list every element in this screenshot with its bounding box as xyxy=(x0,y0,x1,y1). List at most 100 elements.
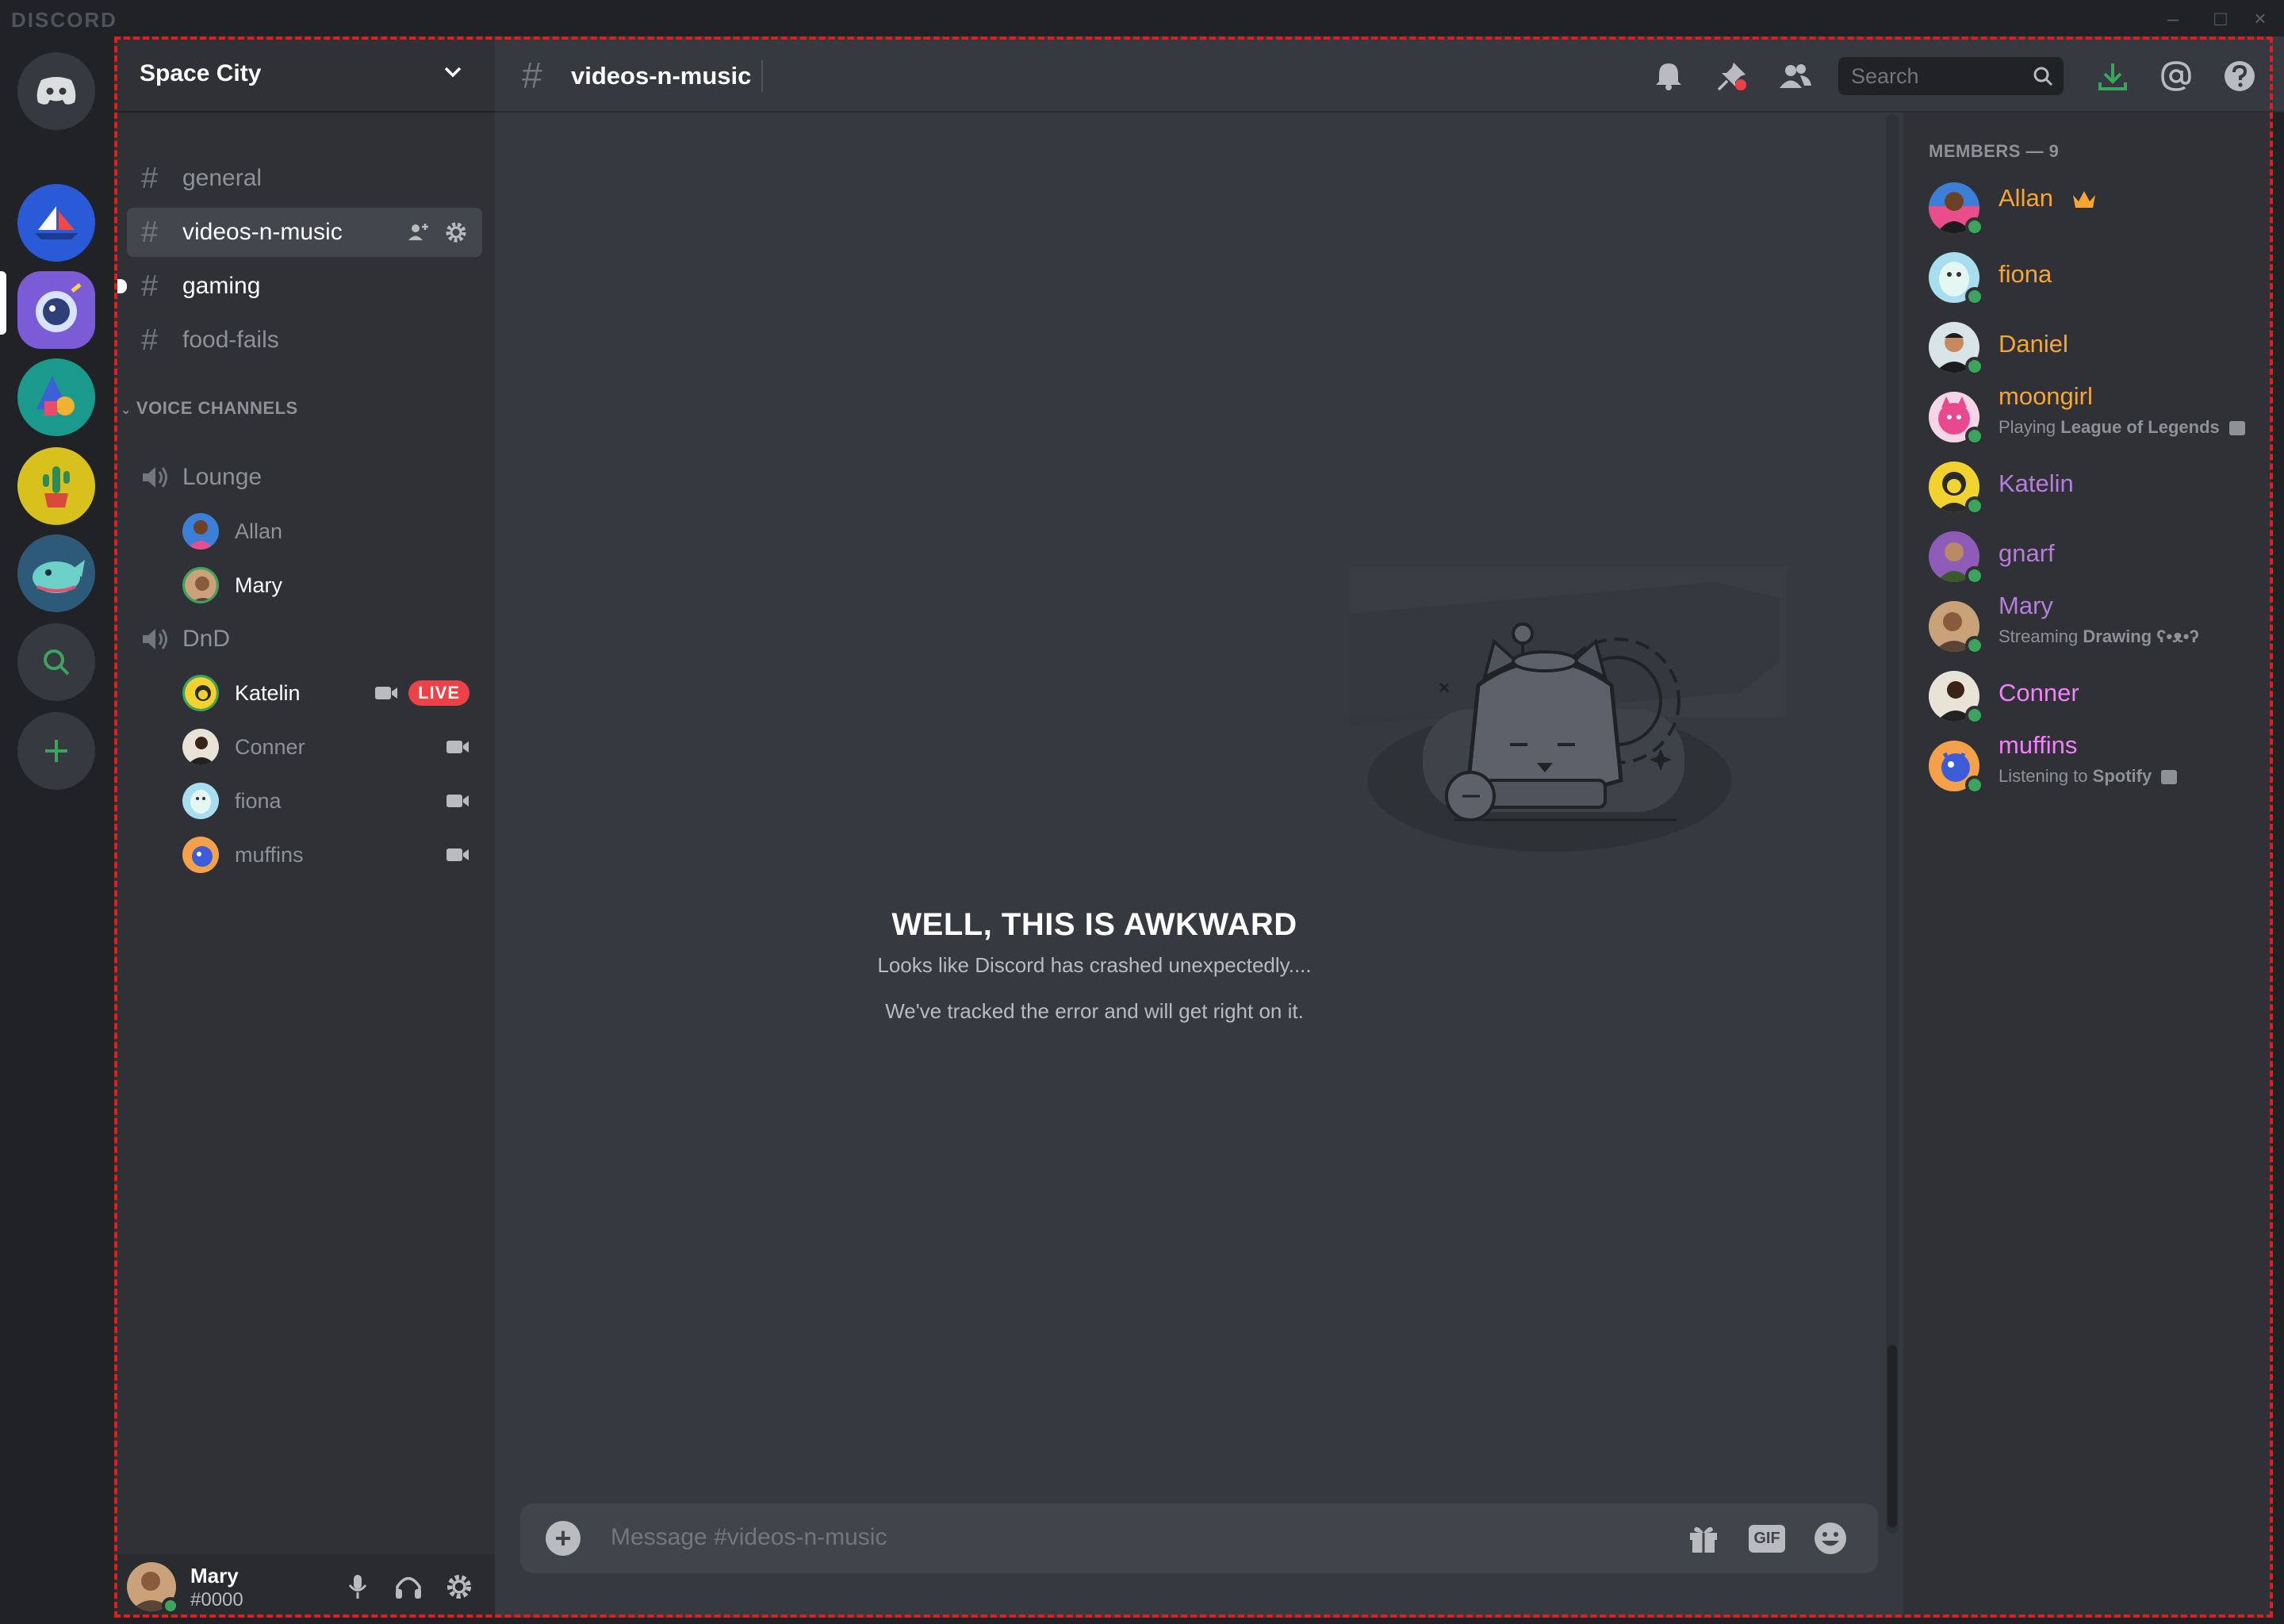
member-name: Daniel xyxy=(1998,330,2068,358)
member-conner[interactable]: Conner xyxy=(1916,661,2265,728)
member-list-toggle[interactable] xyxy=(1778,59,1813,94)
voice-user-allan[interactable]: Allan xyxy=(182,508,484,555)
server-icon-whale[interactable] xyxy=(17,534,95,612)
avatar xyxy=(182,729,219,765)
voice-user-fiona[interactable]: fiona xyxy=(182,777,484,825)
pinned-messages-button[interactable] xyxy=(1715,59,1749,94)
plus-icon xyxy=(45,740,67,762)
notification-settings-button[interactable] xyxy=(1651,59,1686,94)
online-status-indicator xyxy=(1965,566,1984,585)
channel-gaming[interactable]: # gaming xyxy=(117,262,482,311)
server-icon-space-city[interactable] xyxy=(17,271,95,349)
channel-title: videos-n-music xyxy=(571,62,752,90)
server-icon-sailboat[interactable] xyxy=(17,184,95,262)
download-apps-button[interactable] xyxy=(2095,59,2130,94)
rich-presence-icon xyxy=(2228,421,2245,436)
online-status-indicator xyxy=(1965,357,1984,376)
explore-servers-button[interactable] xyxy=(17,623,95,701)
server-icon-cactus[interactable] xyxy=(17,447,95,525)
emoji-button[interactable] xyxy=(1811,1521,1849,1556)
hash-icon: # xyxy=(141,161,159,195)
add-server-button[interactable] xyxy=(17,712,95,790)
member-muffins[interactable]: muffins Listening to Spotify xyxy=(1916,731,2265,798)
title-bar: DISCORD – □ × xyxy=(0,0,2284,36)
member-name: gnarf xyxy=(1998,539,2055,567)
member-name: muffins xyxy=(1998,731,2078,759)
server-icon-shapes[interactable] xyxy=(17,358,95,436)
voice-user-conner[interactable]: Conner xyxy=(182,723,484,771)
voice-user-name: muffins xyxy=(235,842,304,867)
activity-title: Drawing ʕ•ᴥ•ʔ xyxy=(2083,626,2199,646)
channel-header: # videos-n-music Search xyxy=(495,36,2284,113)
channel-food-fails[interactable]: # food-fails xyxy=(127,316,482,365)
gear-icon[interactable] xyxy=(444,220,468,244)
create-invite-icon[interactable] xyxy=(406,220,430,244)
live-badge: LIVE xyxy=(408,680,469,706)
help-icon xyxy=(2225,61,2255,91)
message-composer[interactable]: + Message #videos-n-music GIF xyxy=(520,1503,1878,1573)
gift-button[interactable] xyxy=(1684,1521,1723,1556)
voice-category-header[interactable]: ⌄ VOICE CHANNELS xyxy=(121,398,298,419)
deafen-button[interactable] xyxy=(392,1570,425,1603)
attach-button[interactable]: + xyxy=(546,1521,581,1556)
scrollbar-thumb[interactable] xyxy=(1887,1345,1897,1527)
member-mary[interactable]: Mary Streaming Drawing ʕ•ᴥ•ʔ xyxy=(1916,592,2265,658)
minimize-button[interactable]: – xyxy=(2157,5,2189,32)
video-camera-icon xyxy=(446,795,469,807)
member-daniel[interactable]: Daniel xyxy=(1916,312,2265,379)
search-input[interactable]: Search xyxy=(1838,57,2064,95)
online-status-indicator xyxy=(1965,217,1984,236)
crash-illustration xyxy=(1350,566,1788,852)
member-name: moongirl xyxy=(1998,382,2093,410)
members-heading: MEMBERS — 9 xyxy=(1929,141,2060,161)
server-header[interactable]: Space City xyxy=(114,36,495,113)
mute-button[interactable] xyxy=(341,1570,374,1603)
gift-icon xyxy=(1690,1526,1717,1553)
chevron-down-icon: ⌄ xyxy=(121,404,132,417)
online-status-indicator xyxy=(1965,496,1984,515)
scrollbar-track[interactable] xyxy=(1886,114,1899,1534)
search-icon xyxy=(2033,67,2053,86)
member-allan[interactable]: Allan xyxy=(1916,173,2265,239)
voice-user-mary[interactable]: Mary xyxy=(182,561,484,609)
speaker-icon xyxy=(143,629,167,649)
user-settings-button[interactable] xyxy=(443,1570,476,1603)
member-fiona[interactable]: fiona xyxy=(1916,243,2265,309)
voice-user-name: Allan xyxy=(235,519,283,543)
voice-user-name: Conner xyxy=(235,734,305,759)
chevron-down-icon xyxy=(444,67,462,78)
member-name: Allan xyxy=(1998,184,2053,212)
hash-icon: # xyxy=(522,55,542,96)
plus-icon: + xyxy=(554,1522,572,1554)
message-input[interactable]: Message #videos-n-music xyxy=(611,1524,887,1551)
video-camera-icon xyxy=(446,741,469,753)
maximize-button[interactable]: □ xyxy=(2205,5,2236,32)
voice-user-katelin[interactable]: Katelin LIVE xyxy=(182,669,484,717)
voice-channel-lounge[interactable]: Lounge xyxy=(127,454,482,501)
voice-user-muffins[interactable]: muffins xyxy=(182,831,484,879)
server-name: Space City xyxy=(140,60,262,86)
speaker-icon xyxy=(143,467,167,488)
online-status-indicator xyxy=(1965,636,1984,655)
member-gnarf[interactable]: gnarf xyxy=(1916,522,2265,588)
home-button[interactable] xyxy=(17,52,95,130)
channel-videos-n-music[interactable]: # videos-n-music xyxy=(127,208,482,257)
activity-prefix: Playing xyxy=(1998,417,2061,437)
member-name: Mary xyxy=(1998,592,2053,619)
gif-button[interactable]: GIF xyxy=(1748,1521,1786,1556)
avatar xyxy=(182,567,219,603)
close-button[interactable]: × xyxy=(2244,5,2276,32)
headphones-icon xyxy=(396,1576,421,1599)
member-list: MEMBERS — 9 Allan fiona Daniel moongirl … xyxy=(1903,113,2271,1618)
member-katelin[interactable]: Katelin xyxy=(1916,452,2265,519)
help-button[interactable] xyxy=(2222,59,2257,94)
mentions-button[interactable] xyxy=(2159,59,2194,94)
voice-channel-dnd[interactable]: DnD xyxy=(127,615,482,663)
gear-icon xyxy=(447,1575,471,1599)
channel-general[interactable]: # general xyxy=(127,154,482,203)
server-list xyxy=(0,36,114,1624)
member-moongirl[interactable]: moongirl Playing League of Legends xyxy=(1916,382,2265,449)
channel-sidebar: Space City # general # videos-n-music # … xyxy=(114,36,495,1618)
username: Mary xyxy=(190,1564,239,1588)
voice-channel-name: DnD xyxy=(182,626,231,652)
